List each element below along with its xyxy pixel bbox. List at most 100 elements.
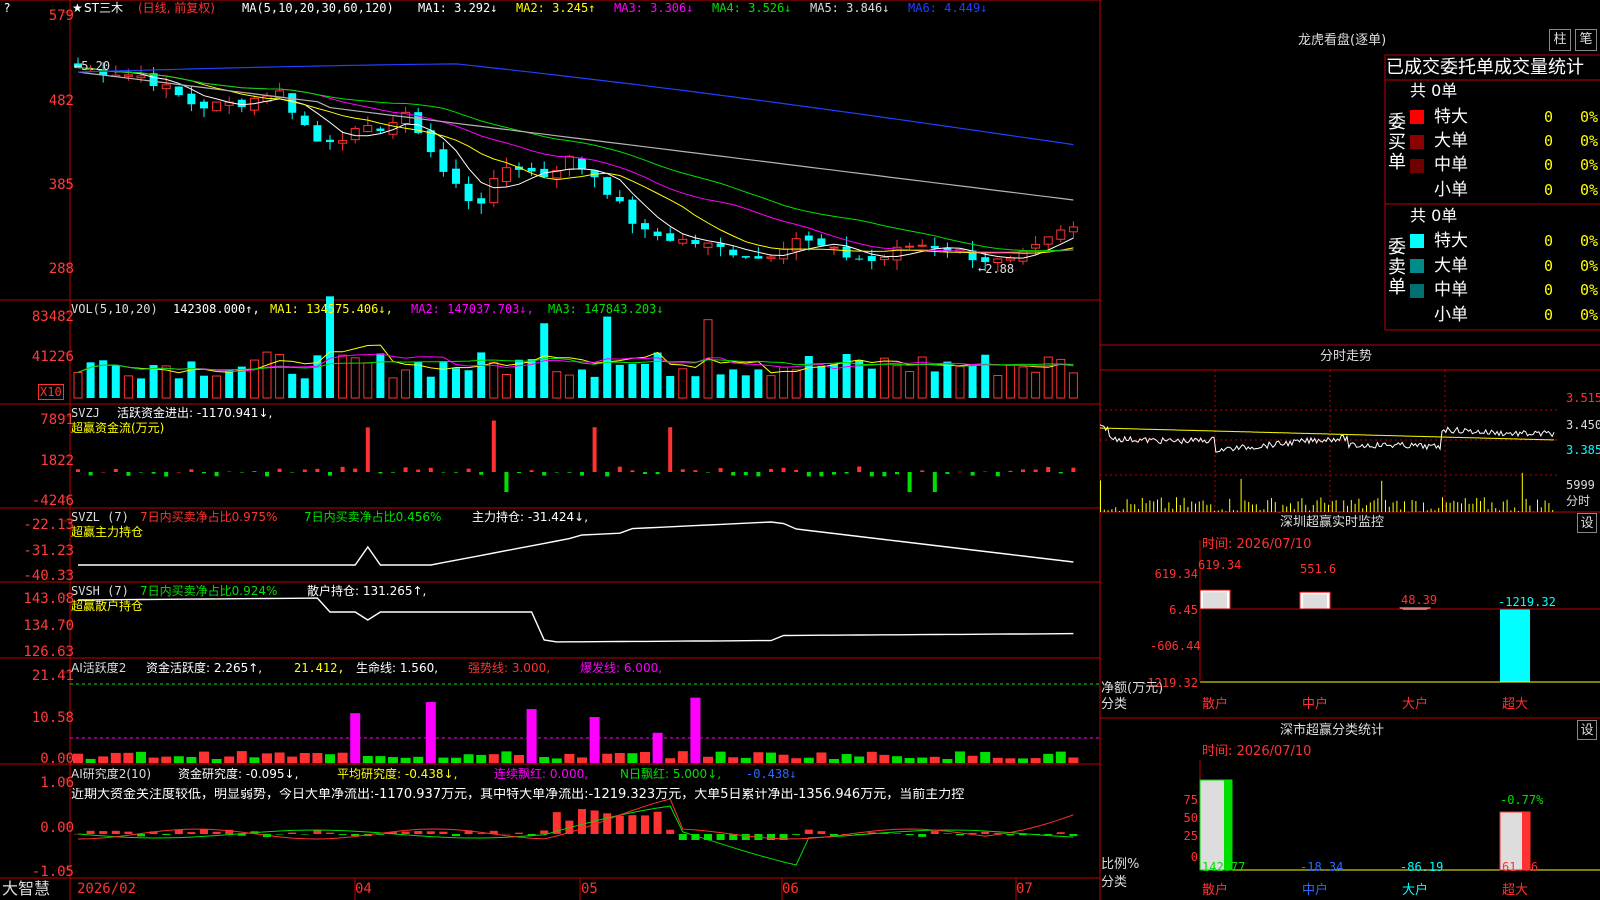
volume-bar-up xyxy=(892,365,902,399)
intraday-vol-bar xyxy=(1423,502,1424,512)
monitor-bar-label: 48.39 xyxy=(1401,593,1438,607)
volume-bar-down xyxy=(628,363,637,398)
activity-bar xyxy=(766,752,776,763)
research-bar xyxy=(288,832,297,834)
y-tick: 126.63 xyxy=(23,644,74,660)
ma2-value: MA2: 3.245↑ xyxy=(516,1,596,15)
research-bar xyxy=(653,811,662,834)
research-bar xyxy=(414,831,423,834)
monitor-bar-label: 619.34 xyxy=(1198,558,1242,572)
monitor-bar-inner xyxy=(1303,594,1327,609)
research-bar xyxy=(804,829,813,834)
research-bar xyxy=(615,815,624,834)
candle-body-up xyxy=(136,75,146,79)
research-bar xyxy=(502,833,511,835)
candle-body-down xyxy=(867,256,876,262)
monitor-settings-button[interactable]: 设 xyxy=(1577,513,1597,533)
candle-body-down xyxy=(578,158,586,169)
volume-bar-up xyxy=(338,354,348,399)
flow-bar xyxy=(466,468,471,472)
pen-mode-button[interactable]: 笔 xyxy=(1575,29,1597,51)
intraday-vol-bar xyxy=(1263,509,1265,512)
candle-body-up xyxy=(350,128,360,141)
flow-bar xyxy=(769,469,773,472)
volume-bar-down xyxy=(174,378,183,398)
bar-mode-button[interactable]: 柱 xyxy=(1549,29,1571,51)
candle-body-down xyxy=(200,101,208,109)
volume-bar-down xyxy=(200,375,208,398)
sell-total: 共 0单 xyxy=(1410,206,1458,225)
activity-bar xyxy=(879,754,890,763)
flow-bar xyxy=(88,472,93,476)
intraday-vol-bar xyxy=(1419,511,1421,512)
activity-bar xyxy=(665,758,676,763)
flow-bar xyxy=(605,472,610,477)
candle-body-down xyxy=(930,245,939,249)
flow-bar xyxy=(315,468,320,472)
research-bar xyxy=(956,834,964,836)
stat-top-label: -0.77% xyxy=(1500,793,1544,807)
period-label[interactable]: (日线, 前复权) xyxy=(138,1,215,15)
activity-bar xyxy=(249,757,260,763)
flow-bar xyxy=(479,472,484,475)
activity-bar xyxy=(1068,757,1079,763)
intraday-vol-bar xyxy=(1388,506,1390,512)
activity-bar xyxy=(325,754,335,763)
activity-bar xyxy=(703,756,713,763)
intraday-vol-bar xyxy=(1210,504,1212,512)
volume-bar-up xyxy=(766,375,776,399)
ai2-name: AI研究度2(10) xyxy=(71,767,152,781)
intraday-vol-bar xyxy=(1115,507,1117,512)
volume-bar-up xyxy=(1043,356,1053,399)
research-bar xyxy=(716,834,725,840)
candle-body-down xyxy=(464,183,473,202)
candle-body-down xyxy=(754,256,763,259)
activity-bar xyxy=(690,697,701,763)
stat-settings-button[interactable]: 设 xyxy=(1577,720,1597,740)
sell-row-count: 0 xyxy=(1543,281,1553,299)
brand-logo[interactable]: 大智慧 xyxy=(2,880,50,898)
volume-bar-down xyxy=(452,368,460,398)
activity-bar xyxy=(98,756,109,763)
intraday-price-tick: 3.385 xyxy=(1566,443,1600,457)
buy-total: 共 0单 xyxy=(1410,81,1458,100)
flow-bar xyxy=(542,472,547,476)
activity-bar xyxy=(438,757,449,763)
volume-bar-up xyxy=(350,357,360,399)
activity-bar xyxy=(539,757,550,763)
research-bar xyxy=(741,834,750,840)
research-bar xyxy=(792,834,801,835)
intraday-vol-bar xyxy=(1453,500,1455,512)
flow-bar xyxy=(680,469,685,472)
intraday-vol-bar xyxy=(1487,509,1489,512)
flow-bar xyxy=(617,466,622,472)
flow-bar xyxy=(857,466,862,472)
svzj-value: 活跃资金进出: -1170.941↓, xyxy=(117,406,273,420)
intraday-vol-bar xyxy=(1324,502,1326,512)
flow-bar xyxy=(958,471,962,473)
volume-bar-down xyxy=(137,378,145,398)
stat-y-tick: 50 xyxy=(1183,811,1198,825)
stat-cat: 散户 xyxy=(1202,883,1229,898)
intraday-vol-bar xyxy=(1339,511,1341,513)
intraday-vol-bar xyxy=(1548,503,1550,512)
intraday-vol-bar xyxy=(1278,511,1280,513)
activity-bar xyxy=(640,752,650,763)
flow-bar xyxy=(176,471,181,473)
ma-line xyxy=(77,67,1074,253)
candle-body-down xyxy=(477,198,486,204)
monitor-bar-label: -1219.32 xyxy=(1498,595,1556,609)
candle-body-up xyxy=(338,140,348,144)
research-bar xyxy=(905,834,914,835)
volume-bar-down xyxy=(968,365,977,398)
activity-bar xyxy=(803,757,814,763)
candle-body-up xyxy=(363,125,373,133)
intraday-vol-bar xyxy=(1320,497,1322,512)
candle-body-up xyxy=(489,178,499,204)
buy-row-name: 中单 xyxy=(1434,155,1468,175)
intraday-vol-bar xyxy=(1309,510,1310,512)
sell-row-pct: 0% xyxy=(1579,281,1598,299)
stat-y-tick: 0 xyxy=(1190,850,1198,864)
research-bar xyxy=(300,834,309,835)
chart-canvas[interactable] xyxy=(0,0,1600,900)
